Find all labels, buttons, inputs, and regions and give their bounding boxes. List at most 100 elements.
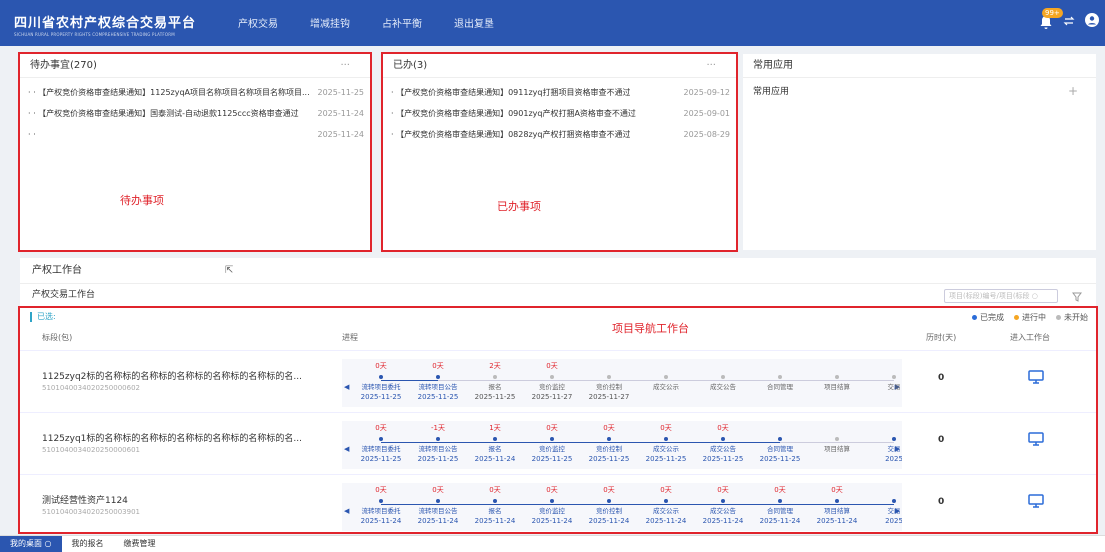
progress-stage[interactable]: 0天 流转项目公告 2025-11-25 [409,359,467,407]
project-search-input[interactable]: 项目(标段)编号/项目(标段 ○ [944,289,1058,303]
swap-icon[interactable] [1063,12,1075,31]
progress-stage[interactable]: 0天 流转项目委托 2025-11-25 [352,421,410,469]
progress-stage[interactable]: 0天 流转项目委托 2025-11-25 [352,359,410,407]
scroll-left-icon[interactable]: ◀ [344,445,349,453]
progress-stage[interactable]: 成交公示 [637,359,695,407]
stage-date: 2025-11-24 [531,517,573,525]
stage-name: 交易 [887,383,901,391]
tab-my-desktop[interactable]: 我的桌面 ○ [0,536,62,552]
todo-list: · · 【产权竞价资格审查结果通知】1125zyqA项目名称项目名称项目名称项目… [20,78,370,145]
user-avatar-icon[interactable] [1085,12,1099,31]
progress-stage[interactable]: 0天 成交公告 2025-11-25 [694,421,752,469]
stage-date: 2025-11-25 [417,393,459,401]
stage-dot [664,499,668,503]
enter-workbench-monitor-icon[interactable] [1028,369,1044,384]
todo-item[interactable]: · · 【产权竞价资格审查结果通知】国泰测试-自动退款1125ccc资格审查通过… [20,103,370,124]
stage-name: 合同管理 [767,445,793,453]
enter-workbench-monitor-icon[interactable] [1028,431,1044,446]
progress-stage[interactable]: 项目结算 [808,421,866,469]
progress-stage[interactable]: 项目结算 [808,359,866,407]
legend-completed: 已完成 [972,312,1004,323]
progress-stage[interactable]: 成交公告 [694,359,752,407]
nav-item-increase-decrease[interactable]: 增减挂钩 [294,15,366,30]
progress-stage[interactable]: 合同管理 [751,359,809,407]
stage-name: 竞价监控 [539,507,565,515]
stage-days [865,485,902,495]
stage-name: 报名 [488,445,502,453]
column-header-progress: 进程 [342,333,358,342]
done-item[interactable]: · 【产权竞价资格审查结果通知】0828zyq产权打捆资格审查不通过 2025-0… [383,124,736,145]
done-item[interactable]: · 【产权竞价资格审查结果通知】0911zyq打捆项目资格审查不通过 2025-0… [383,82,736,103]
progress-stage[interactable]: 交易 2025 [865,421,902,469]
project-row[interactable]: 测试经营性资产1124 5101040034020250003901 ◀ ▶ 0天 流转项… [20,474,1096,536]
stage-days: 0天 [660,424,672,432]
progress-stage[interactable]: -1天 流转项目公告 2025-11-25 [409,421,467,469]
progress-stage[interactable]: 0天 竞价控制 2025-11-25 [580,421,638,469]
platform-subtitle: SICHUAN RURAL PROPERTY RIGHTS COMPREHENS… [14,32,175,37]
workbench-annotation: 项目导航工作台 [612,322,689,335]
progress-stage[interactable]: 1天 报名 2025-11-24 [466,421,524,469]
progress-stage[interactable]: 0天 竞价监控 2025-11-27 [523,359,581,407]
stage-days: 0天 [432,362,444,370]
progress-stage[interactable]: 0天 合同管理 2025-11-24 [751,483,809,531]
stage-dot [607,437,611,441]
progress-stage[interactable]: 0天 成交公示 2025-11-25 [637,421,695,469]
todo-item[interactable]: · · 【产权竞价资格审查结果通知】1125zyqA项目名称项目名称项目名称项目… [20,82,370,103]
column-header-duration: 历时(天) [926,333,957,342]
progress-stage[interactable]: 竞价控制 2025-11-27 [580,359,638,407]
stage-days: 1天 [489,424,501,432]
tab-my-registration[interactable]: 我的报名 [62,536,114,552]
stage-days: 0天 [375,486,387,494]
enter-workbench-monitor-icon[interactable] [1028,493,1044,508]
progress-stage[interactable]: 0天 成交公告 2025-11-24 [694,483,752,531]
nav-item-occupation-balance[interactable]: 占补平衡 [366,15,438,30]
progress-stage[interactable]: 2天 报名 2025-11-25 [466,359,524,407]
duration-value: 0 [938,497,945,507]
project-row[interactable]: 1125zyq1标的名称标的名称标的名称标的名称标的名称标的名... 510104… [20,412,1096,474]
progress-stage[interactable]: 0天 项目结算 2025-11-24 [808,483,866,531]
project-row[interactable]: 1125zyq2标的名称标的名称标的名称标的名称标的名称标的名... 510104… [20,350,1096,412]
progress-stage[interactable]: 0天 竞价控制 2025-11-24 [580,483,638,531]
workbench-subheader: 产权交易工作台 项目(标段)编号/项目(标段 ○ [20,284,1096,306]
done-list: · 【产权竞价资格审查结果通知】0911zyq打捆项目资格审查不通过 2025-0… [383,78,736,145]
progress-stage[interactable]: 交易 2025 [865,483,902,531]
stage-dot [721,437,725,441]
stage-date: 2025-11-24 [417,517,459,525]
stage-date: 2025-11-27 [531,393,573,401]
cursor-icon: ⇱ [225,265,234,276]
tab-payment-management[interactable]: 缴费管理 [114,536,166,552]
stage-date: 2025-11-25 [531,455,573,463]
nav-item-reclamation[interactable]: 退出复垦 [438,15,510,30]
done-item[interactable]: · 【产权竞价资格审查结果通知】0901zyq产权打捆A资格审查不通过 2025-… [383,103,736,124]
stage-name: 流转项目公告 [418,445,458,453]
done-more-button[interactable]: ··· [706,54,716,78]
stage-date: 2025-11-25 [360,393,402,401]
platform-logo[interactable]: 四川省农村产权综合交易平台 SICHUAN RURAL PROPERTY RIG… [14,12,196,37]
notification-bell-icon[interactable]: 99+ [1039,7,1063,30]
add-app-button[interactable]: + [1068,84,1078,98]
progress-stage[interactable]: 交易 [865,359,902,407]
stage-days: 0天 [375,424,387,432]
progress-stage[interactable]: 0天 成交公示 2025-11-24 [637,483,695,531]
stage-name: 流转项目公告 [418,507,458,515]
progress-stage[interactable]: 合同管理 2025-11-25 [751,421,809,469]
todo-title: 待办事宜(270) [30,60,97,71]
progress-stage[interactable]: 0天 竞价监控 2025-11-25 [523,421,581,469]
todo-more-button[interactable]: ··· [340,54,350,78]
stage-days: 0天 [432,486,444,494]
nav-item-property-trading[interactable]: 产权交易 [222,15,294,30]
progress-stage[interactable]: 0天流转项目公告 2025-11-24 [409,483,467,531]
stage-name: 报名 [488,383,502,391]
stage-days [694,361,752,371]
stage-date: 2025-11-24 [816,517,858,525]
stage-date: 2025-11-25 [759,455,801,463]
stage-name: 交易 [887,507,901,515]
todo-item[interactable]: · · 2025-11-24 [20,124,370,145]
scroll-left-icon[interactable]: ◀ [344,507,349,515]
progress-stage[interactable]: 0天 报名 2025-11-24 [466,483,524,531]
stage-dot [436,437,440,441]
stage-name: 流转项目委托 [361,445,401,453]
scroll-left-icon[interactable]: ◀ [344,383,349,391]
progress-stage[interactable]: 0天 竞价监控 2025-11-24 [523,483,581,531]
progress-stage[interactable]: 0天 流转项目委托 2025-11-24 [352,483,410,531]
